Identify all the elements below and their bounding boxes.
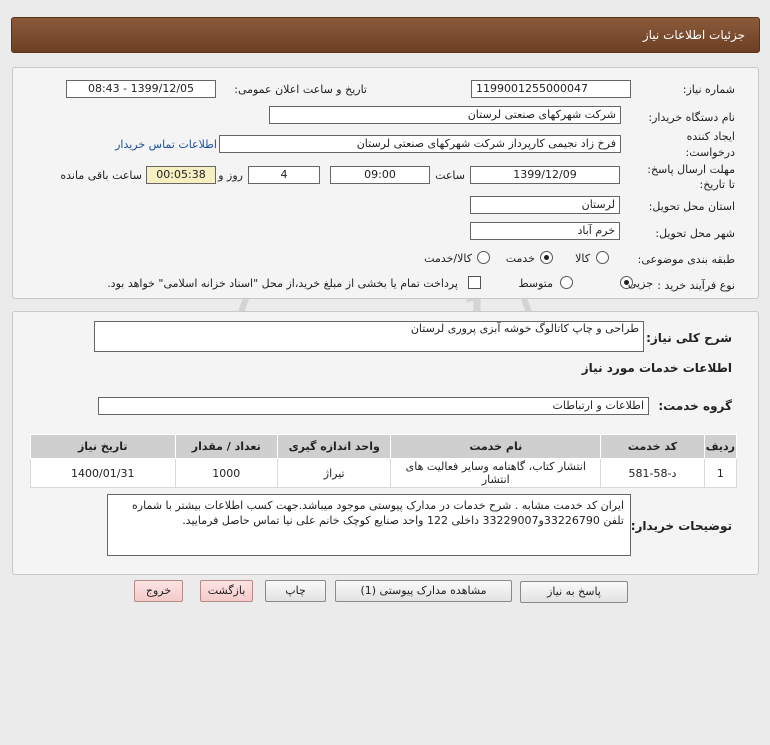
table-header-row: ردیف کد خدمت نام خدمت واحد اندازه گیری ت…: [30, 434, 738, 459]
deadline-time-field: 09:00: [330, 166, 430, 184]
col-header-row: ردیف: [703, 434, 738, 459]
col-header-service-code: کد خدمت: [600, 434, 705, 459]
city-field: خرم آباد: [470, 222, 620, 240]
announce-date-field: 1399/12/05 - 08:43: [66, 80, 216, 98]
page-title: جزئیات اطلاعات نیاز: [642, 28, 745, 42]
buyer-org-label: نام دستگاه خریدار:: [648, 111, 735, 124]
col-header-need-date: تاریخ نیاز: [30, 434, 176, 459]
table-row: 1 د-58-581 انتشار کتاب، گاهنامه وسایر فع…: [30, 458, 738, 488]
reply-button[interactable]: پاسخ به نیاز: [520, 581, 628, 603]
remaining-time-label: ساعت باقی مانده: [60, 169, 142, 182]
cell-row: 1: [703, 458, 738, 488]
services-info-title: اطلاعات خدمات مورد نیاز: [581, 361, 732, 375]
cell-quantity: 1000: [174, 458, 278, 488]
service-group-label: گروه خدمت:: [658, 399, 732, 413]
category-option-goods-service: کالا/خدمت: [424, 252, 472, 265]
process-type-label: نوع فرآیند خرید :: [657, 279, 735, 292]
back-button[interactable]: بازگشت: [200, 580, 253, 602]
process-option-medium: متوسط: [518, 277, 553, 290]
creator-label-line1: ایجاد کننده: [686, 130, 735, 143]
process-option-minor: جزیی: [627, 277, 653, 290]
category-radio-goods[interactable]: [596, 251, 609, 264]
cell-service-name: انتشار کتاب، گاهنامه وسایر فعالیت های ان…: [390, 458, 602, 488]
creator-label-line2: درخواست:: [685, 146, 735, 159]
cell-unit: تیراژ: [276, 458, 392, 488]
cell-need-date: 1400/01/31: [30, 458, 176, 488]
general-desc-label: شرح کلی نیاز:: [646, 331, 732, 345]
treasury-checkbox[interactable]: [468, 276, 481, 289]
col-header-unit: واحد اندازه گیری: [276, 434, 392, 459]
cell-service-code: د-58-581: [600, 458, 705, 488]
process-radio-medium[interactable]: [560, 276, 573, 289]
category-option-goods: کالا: [575, 252, 590, 265]
buyer-notes-field: ایران کد خدمت مشابه . شرح خدمات در مدارک…: [107, 494, 631, 556]
col-header-quantity: تعداد / مقدار: [174, 434, 278, 459]
need-number-field: 1199001255000047: [471, 80, 631, 98]
province-field: لرستان: [470, 196, 620, 214]
category-radio-service[interactable]: [540, 251, 553, 264]
need-number-label: شماره نیاز:: [682, 83, 735, 96]
services-table: ردیف کد خدمت نام خدمت واحد اندازه گیری ت…: [30, 434, 738, 488]
announce-date-label: تاریخ و ساعت اعلان عمومی:: [234, 83, 367, 96]
category-label: طبقه بندی موضوعی:: [637, 253, 735, 266]
deadline-time-label: ساعت: [435, 169, 465, 182]
deadline-label-line1: مهلت ارسال پاسخ:: [647, 163, 735, 176]
buyer-contact-link[interactable]: اطلاعات تماس خریدار: [115, 138, 217, 151]
city-label: شهر محل تحویل:: [655, 227, 735, 240]
view-attachments-button[interactable]: مشاهده مدارک پیوستی (1): [335, 580, 512, 602]
category-option-service: خدمت: [505, 252, 535, 265]
services-table-wrapper: ردیف کد خدمت نام خدمت واحد اندازه گیری ت…: [30, 434, 738, 488]
print-button[interactable]: چاپ: [265, 580, 326, 602]
page-header: جزئیات اطلاعات نیاز: [11, 17, 760, 53]
treasury-note: پرداخت تمام یا بخشی از مبلغ خرید،از محل …: [107, 277, 458, 290]
col-header-service-name: نام خدمت: [390, 434, 602, 459]
general-desc-field: طراحی و چاپ کاتالوگ خوشه آبزی پروری لرست…: [94, 321, 644, 352]
buyer-org-field: شرکت شهرکهای صنعتی لرستان: [269, 106, 621, 124]
deadline-date-field: 1399/12/09: [470, 166, 620, 184]
remaining-time-field: 00:05:38: [146, 166, 216, 184]
buyer-notes-label: توضیحات خریدار:: [630, 519, 732, 533]
days-field: 4: [248, 166, 320, 184]
category-radio-goods-service[interactable]: [477, 251, 490, 264]
days-label: روز و: [218, 169, 243, 182]
service-group-field: اطلاعات و ارتباطات: [98, 397, 649, 415]
province-label: استان محل تحویل:: [648, 200, 735, 213]
deadline-label-line2: تا تاریخ:: [699, 178, 735, 191]
exit-button[interactable]: خروج: [134, 580, 183, 602]
creator-field: فرخ زاد نجیمی کارپرداز شرکت شهرکهای صنعت…: [219, 135, 621, 153]
